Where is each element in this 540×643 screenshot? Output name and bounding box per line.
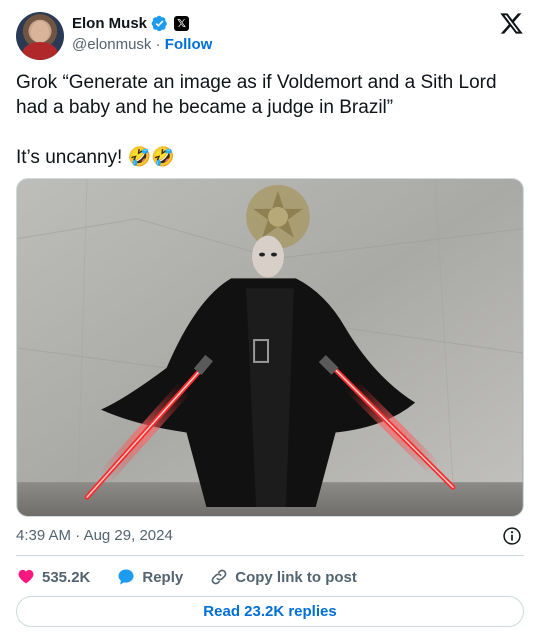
tweet-photo[interactable] bbox=[16, 178, 524, 517]
reply-label: Reply bbox=[142, 568, 184, 586]
avatar-face bbox=[31, 21, 49, 43]
action-bar: 535.2K Reply Copy link to post bbox=[16, 565, 383, 589]
link-icon bbox=[211, 569, 227, 585]
like-button[interactable]: 535.2K bbox=[16, 567, 90, 587]
follow-link[interactable]: Follow bbox=[165, 36, 213, 53]
timestamp-separator: · bbox=[75, 527, 81, 544]
copy-link-label: Copy link to post bbox=[235, 568, 357, 586]
reply-bubble-icon bbox=[118, 569, 134, 585]
handle-separator: · bbox=[155, 36, 161, 53]
tweet-text-line: Grok “Generate an image as if Voldemort … bbox=[16, 72, 497, 118]
tweet-card: Elon Musk 𝕏 @elonmusk · Follow Grok “Gen… bbox=[0, 0, 540, 643]
tweet-date: Aug 29, 2024 bbox=[83, 527, 173, 544]
heart-icon bbox=[18, 569, 34, 584]
divider bbox=[16, 555, 524, 556]
reply-button[interactable]: Reply bbox=[116, 567, 183, 587]
read-replies-button[interactable]: Read 23.2K replies bbox=[16, 596, 524, 627]
x-logo-icon[interactable] bbox=[499, 11, 524, 36]
tweet-timestamp[interactable]: 4:39 AM · Aug 29, 2024 bbox=[16, 527, 173, 544]
x-affiliate-badge-icon: 𝕏 bbox=[174, 16, 190, 31]
handle-row: @elonmusk · Follow bbox=[72, 36, 212, 53]
tweet-text-line: It’s uncanny! 🤣🤣 bbox=[16, 147, 175, 168]
photo-illustration bbox=[17, 179, 523, 516]
author-handle[interactable]: @elonmusk bbox=[72, 36, 151, 53]
info-icon[interactable] bbox=[502, 526, 522, 546]
author-name-row: Elon Musk 𝕏 bbox=[72, 15, 190, 32]
avatar-suit bbox=[22, 42, 58, 60]
like-count: 535.2K bbox=[42, 568, 91, 586]
tweet-time: 4:39 AM bbox=[16, 527, 72, 544]
verified-badge-icon bbox=[151, 15, 167, 32]
author-name[interactable]: Elon Musk bbox=[72, 15, 147, 32]
coat-of-arms-emblem bbox=[246, 184, 310, 249]
avatar[interactable] bbox=[16, 12, 64, 60]
tweet-text: Grok “Generate an image as if Voldemort … bbox=[16, 70, 524, 170]
copy-link-button[interactable]: Copy link to post bbox=[209, 567, 357, 587]
